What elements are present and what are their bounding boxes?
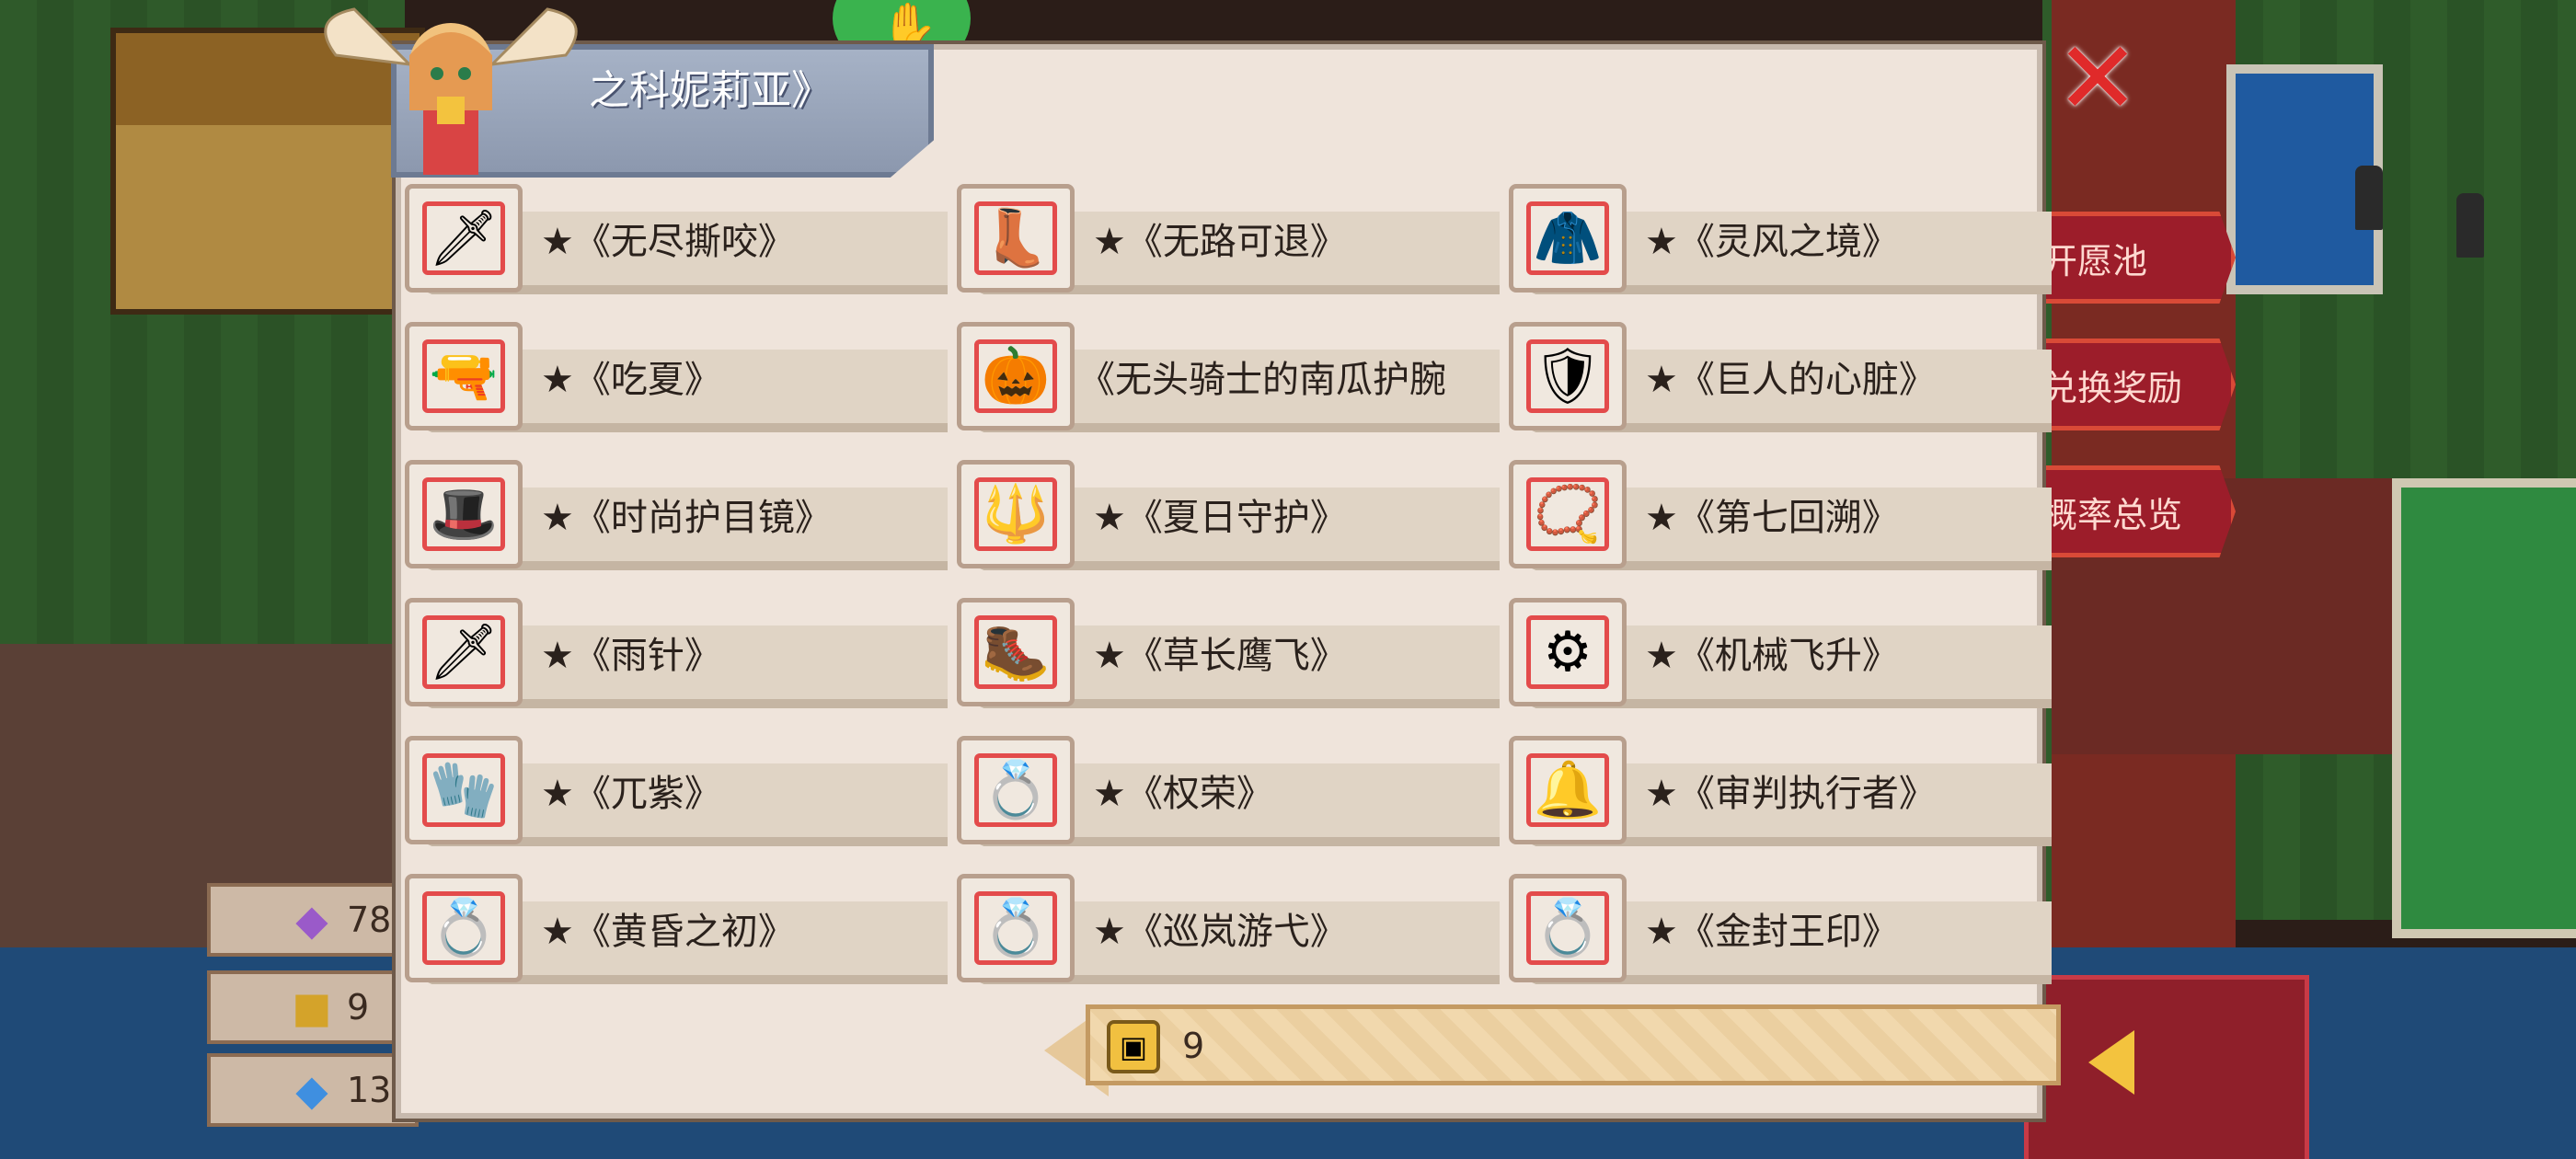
list-item[interactable]: 🗡 ★《无尽撕咬》 [405,184,948,304]
list-item[interactable]: 📿 ★《第七回溯》 [1509,460,2052,580]
list-item[interactable]: ⚙ ★《机械飞升》 [1509,598,2052,717]
wish-pool-label: 开愿池 [2042,240,2148,281]
wish-pool-button[interactable]: 开愿池 [2033,212,2236,304]
item-slot[interactable]: ⚙ [1509,598,1627,706]
gauntlet-icon: 🧤 [429,758,499,822]
crystal-icon: ◆ [295,895,328,945]
item-name: ★《夏日守护》 [1093,497,1347,539]
character-avatar [324,7,578,175]
item-name: ★《吃夏》 [541,359,721,401]
list-item[interactable]: 💍 ★《巡岚游弋》 [957,874,1500,993]
item-name: ★《草长鹰飞》 [1093,635,1347,677]
winged-boots-icon: 🥾 [981,620,1051,684]
item-slot[interactable]: 🔔 [1509,736,1627,844]
list-item[interactable]: 🥾 ★《草长鹰飞》 [957,598,1500,717]
modal-title: 之科妮莉亚》 [589,67,832,114]
goggles-hat-icon: 🎩 [429,482,499,546]
claw-weapon-icon: 🗡 [428,206,500,270]
token-counter: ▣ 9 [1086,1004,2061,1085]
list-item[interactable]: 🗡 ★《雨针》 [405,598,948,717]
gem-icon: ◆ [295,1065,328,1115]
token-icon: ▣ [1107,1020,1160,1073]
lamp-icon [2456,193,2484,258]
item-slot[interactable]: 🧤 [405,736,523,844]
currency-value: 78 [347,900,392,940]
list-item[interactable]: 💍 ★《黄昏之初》 [405,874,948,993]
list-item[interactable]: 💍 ★《权荣》 [957,736,1500,855]
item-name: ★《时尚护目镜》 [541,497,832,539]
boots-icon: 👢 [981,206,1051,270]
red-panel-bottom [2024,975,2309,1159]
item-slot[interactable]: 👢 [957,184,1075,293]
token-count: 9 [1182,1026,1205,1066]
item-slot[interactable]: 🔱 [957,460,1075,568]
item-slot[interactable]: 💍 [957,874,1075,982]
item-slot[interactable]: 🥾 [957,598,1075,706]
item-name: ★《无尽撕咬》 [541,221,795,263]
item-name: ★《金封王印》 [1645,911,1899,953]
token-icon: ■ [292,982,332,1032]
leaf-blade-icon: 🔱 [981,482,1051,546]
lamp-icon [2355,166,2383,230]
field-right [2392,478,2576,938]
item-name: ★《无路可退》 [1093,221,1347,263]
item-name: ★《审判执行者》 [1645,773,1936,815]
currency-gem: ◆ 13 [207,1053,419,1127]
gold-ring-icon: 💍 [981,758,1051,822]
item-name: ★《黄昏之初》 [541,911,795,953]
item-slot[interactable]: 🗡 [405,184,523,293]
wing-ring-icon: 💍 [981,896,1051,960]
needle-icon: 🗡 [428,620,500,684]
exchange-reward-label: 兑换奖励 [2042,367,2183,408]
item-slot[interactable]: 💍 [405,874,523,982]
item-slot[interactable]: 💍 [957,736,1075,844]
blue-ring-icon: 💍 [429,896,499,960]
currency-value: 9 [347,987,370,1027]
list-item[interactable]: 🔱 ★《夏日守护》 [957,460,1500,580]
list-item[interactable]: 🛡 ★《巨人的心脏》 [1509,322,2052,442]
close-button[interactable]: ✕ [2055,28,2140,129]
item-name: ★《雨针》 [541,635,721,677]
item-name: ★《巡岚游弋》 [1093,911,1347,953]
item-slot[interactable]: 💍 [1509,874,1627,982]
list-item[interactable]: 🎩 ★《时尚护目镜》 [405,460,948,580]
item-slot[interactable]: 🧥 [1509,184,1627,293]
currency-token: ■ 9 [207,970,419,1044]
necklace-icon: 📿 [1533,482,1603,546]
item-name: ★《巨人的心脏》 [1645,359,1936,401]
list-item[interactable]: 👢 ★《无路可退》 [957,184,1500,304]
pumpkin-icon: 🎃 [981,344,1051,408]
item-name: 《无头骑士的南瓜护腕 [1078,359,1446,401]
exchange-reward-button[interactable]: 兑换奖励 [2033,339,2236,430]
item-name: ★《灵风之境》 [1645,221,1899,263]
item-name: ★《权荣》 [1093,773,1273,815]
item-name: ★《第七回溯》 [1645,497,1899,539]
water-gun-icon: 🔫 [429,344,499,408]
currency-value: 13 [347,1070,392,1110]
list-item[interactable]: 🎃 《无头骑士的南瓜护腕 [957,322,1500,442]
item-slot[interactable]: 🛡 [1509,322,1627,430]
item-slot[interactable]: 📿 [1509,460,1627,568]
currency-crystal: ◆ 78 [207,883,419,957]
probability-overview-label: 概率总览 [2042,494,2183,535]
armor-icon: 🛡 [1532,344,1604,408]
robe-icon: 🔔 [1533,758,1603,822]
list-item[interactable]: 🔔 ★《审判执行者》 [1509,736,2052,855]
item-slot[interactable]: 🎩 [405,460,523,568]
red-cape-icon: 🧥 [1533,206,1603,270]
item-slot[interactable]: 🎃 [957,322,1075,430]
gold-seal-ring-icon: 💍 [1533,896,1603,960]
item-name: ★《机械飞升》 [1645,635,1899,677]
list-item[interactable]: 🧥 ★《灵风之境》 [1509,184,2052,304]
mech-wing-icon: ⚙ [1543,620,1593,684]
list-item[interactable]: 💍 ★《金封王印》 [1509,874,2052,993]
item-slot[interactable]: 🗡 [405,598,523,706]
list-item[interactable]: 🧤 ★《兀紫》 [405,736,948,855]
list-item[interactable]: 🔫 ★《吃夏》 [405,322,948,442]
item-name: ★《兀紫》 [541,773,721,815]
close-icon: ✕ [2054,19,2141,137]
probability-overview-button[interactable]: 概率总览 [2033,465,2236,557]
item-slot[interactable]: 🔫 [405,322,523,430]
